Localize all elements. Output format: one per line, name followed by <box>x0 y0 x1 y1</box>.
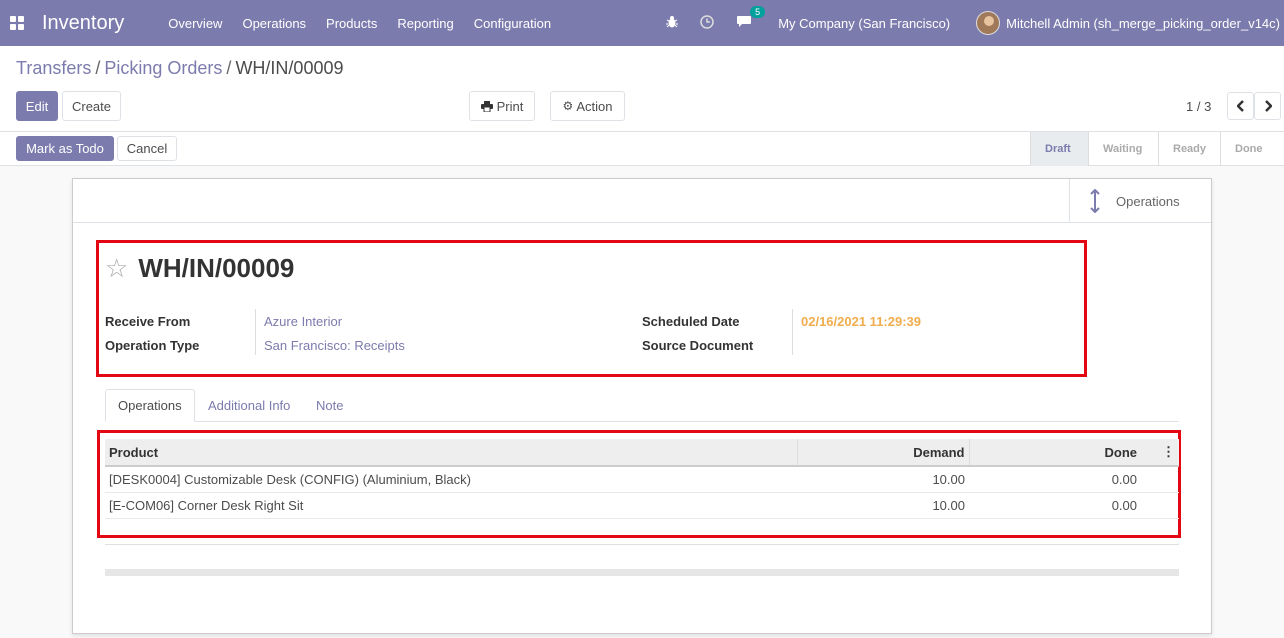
operations-smart-button[interactable]: Operations <box>1069 179 1211 223</box>
apps-menu-icon[interactable] <box>10 16 24 30</box>
status-bar: Mark as Todo Cancel Draft Waiting Ready … <box>0 132 1284 166</box>
chevron-right-icon <box>1264 100 1272 112</box>
field-divider <box>255 309 256 355</box>
app-name[interactable]: Inventory <box>42 12 124 35</box>
mark-as-todo-button[interactable]: Mark as Todo <box>16 136 114 161</box>
record-name: WH/IN/00009 <box>138 253 295 283</box>
menu-overview[interactable]: Overview <box>168 16 222 31</box>
pager-value[interactable]: 1 / 3 <box>1186 99 1211 114</box>
clock-icon[interactable] <box>700 14 714 32</box>
pager-previous-button[interactable] <box>1227 92 1254 120</box>
status-step-waiting[interactable]: Waiting <box>1088 132 1158 166</box>
chat-icon[interactable]: 5 <box>736 6 766 31</box>
operation-type-label: Operation Type <box>105 338 200 353</box>
column-header-product[interactable]: Product <box>105 439 798 467</box>
status-steps: Draft Waiting Ready Done <box>1030 132 1284 166</box>
menu-products[interactable]: Products <box>326 16 377 31</box>
top-navbar: Inventory Overview Operations Products R… <box>0 0 1284 46</box>
field-divider <box>792 309 793 355</box>
table-row[interactable]: [DESK0004] Customizable Desk (CONFIG) (A… <box>105 466 1179 493</box>
scheduled-date-value: 02/16/2021 11:29:39 <box>801 314 921 329</box>
cell-product: [E-COM06] Corner Desk Right Sit <box>105 492 797 519</box>
status-step-draft: Draft <box>1030 132 1088 166</box>
breadcrumb-picking-orders[interactable]: Picking Orders <box>104 58 222 79</box>
operation-type-value[interactable]: San Francisco: Receipts <box>264 338 405 353</box>
edit-button[interactable]: Edit <box>16 91 58 121</box>
optional-columns-icon[interactable]: ⋮ <box>1141 439 1179 467</box>
pager-next-button[interactable] <box>1254 92 1281 120</box>
form-sheet: Operations ☆ WH/IN/00009 Receive From Az… <box>72 178 1212 634</box>
arrows-vertical-icon <box>1090 189 1100 213</box>
print-label: Print <box>496 98 524 114</box>
smart-button-label: Operations <box>1116 193 1180 209</box>
cell-demand: 10.00 <box>797 466 969 493</box>
cell-done: 0.00 <box>969 466 1141 493</box>
table-bottom-line <box>105 544 1179 545</box>
breadcrumb-transfers[interactable]: Transfers <box>16 58 91 79</box>
control-panel: Transfers / Picking Orders / WH/IN/00009… <box>0 46 1284 132</box>
table-header-row: Product Demand Done ⋮ <box>105 439 1179 467</box>
notebook-tabs: Operations Additional Info Note <box>105 389 1179 422</box>
breadcrumb-separator: / <box>226 58 232 78</box>
tab-note[interactable]: Note <box>304 389 355 422</box>
status-step-ready[interactable]: Ready <box>1158 132 1220 166</box>
operations-table: Product Demand Done ⋮ [DESK0004] Customi… <box>105 439 1179 519</box>
action-button[interactable]: ⚙ Action <box>550 91 625 121</box>
table-footer-bar <box>105 569 1179 576</box>
receive-from-label: Receive From <box>105 314 191 329</box>
menu-reporting[interactable]: Reporting <box>397 16 453 31</box>
tab-operations[interactable]: Operations <box>105 389 195 422</box>
user-avatar[interactable] <box>976 11 1001 35</box>
status-step-done[interactable]: Done <box>1220 132 1284 166</box>
cell-demand: 10.00 <box>797 492 969 519</box>
cancel-button[interactable]: Cancel <box>117 136 177 161</box>
source-document-label: Source Document <box>642 338 754 353</box>
breadcrumb-separator: / <box>95 58 101 78</box>
print-button[interactable]: Print <box>469 91 535 121</box>
menu-operations[interactable]: Operations <box>242 16 306 31</box>
chevron-left-icon <box>1236 100 1244 112</box>
record-title: ☆ WH/IN/00009 <box>105 253 294 284</box>
action-label: Action <box>576 98 613 114</box>
column-header-done[interactable]: Done <box>969 439 1141 467</box>
receive-from-value[interactable]: Azure Interior <box>264 314 342 329</box>
cell-done: 0.00 <box>969 492 1141 519</box>
table-row[interactable]: [E-COM06] Corner Desk Right Sit 10.00 0.… <box>105 492 1179 519</box>
company-switcher[interactable]: My Company (San Francisco) <box>778 16 950 31</box>
breadcrumb: Transfers / Picking Orders / WH/IN/00009 <box>16 58 343 79</box>
button-box: Operations <box>73 179 1211 223</box>
breadcrumb-current: WH/IN/00009 <box>235 58 344 78</box>
scheduled-date-label: Scheduled Date <box>642 314 740 329</box>
bug-icon[interactable] <box>666 15 679 31</box>
cell-empty <box>1141 466 1179 493</box>
cell-empty <box>1141 492 1179 519</box>
create-button[interactable]: Create <box>62 91 121 121</box>
column-header-demand[interactable]: Demand <box>797 439 970 467</box>
menu-configuration[interactable]: Configuration <box>474 16 551 31</box>
gear-icon: ⚙ <box>562 99 574 113</box>
print-icon <box>480 100 493 112</box>
cell-product: [DESK0004] Customizable Desk (CONFIG) (A… <box>105 466 797 493</box>
user-menu[interactable]: Mitchell Admin (sh_merge_picking_order_v… <box>1006 16 1280 31</box>
message-count-badge: 5 <box>750 6 766 18</box>
star-icon[interactable]: ☆ <box>105 253 128 284</box>
tab-additional-info[interactable]: Additional Info <box>196 389 302 422</box>
